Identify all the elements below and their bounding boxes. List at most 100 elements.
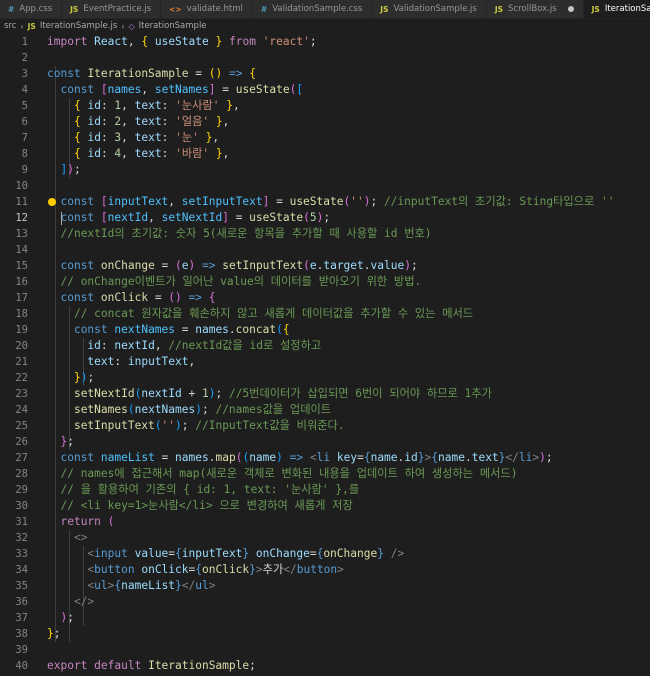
code-token: } — [249, 563, 256, 576]
code-token: ) — [67, 163, 74, 176]
code-token: ; — [201, 403, 216, 416]
code-token: [ — [100, 83, 108, 96]
tab-scrollbox-js[interactable]: JS ScrollBox.js — [486, 0, 584, 18]
code-line[interactable]: 30 // <li key=1>눈사람</li> 으로 변경하여 새롭게 저장 — [0, 498, 650, 514]
code-line[interactable]: 38}; — [0, 626, 650, 642]
code-text: text: inputText, — [47, 354, 195, 370]
code-line[interactable]: 27 const nameList = names.map((name) => … — [0, 450, 650, 466]
code-line[interactable]: 31 return ( — [0, 514, 650, 530]
code-line[interactable]: 11 const [inputText, setInputText] = use… — [0, 194, 650, 210]
code-token: const — [60, 195, 95, 208]
code-token: ; — [87, 371, 95, 384]
text-cursor — [61, 212, 62, 225]
lightbulb-icon[interactable] — [48, 198, 56, 206]
code-line[interactable]: 14 — [0, 242, 650, 258]
code-line[interactable]: 37 ); — [0, 610, 650, 626]
code-token: : — [100, 131, 115, 144]
code-line[interactable]: 8 { id: 4, text: '바람' }, — [0, 146, 650, 162]
code-text: <button onClick={onClick}>추가</button> — [47, 562, 343, 578]
code-line[interactable]: 12 const [nextId, setNextId] = useState(… — [0, 210, 650, 226]
line-number: 30 — [15, 500, 28, 512]
tab-eventpractice-js[interactable]: JS EventPractice.js — [62, 0, 162, 18]
code-line[interactable]: 9 ]); — [0, 162, 650, 178]
code-line[interactable]: 2 — [0, 50, 650, 66]
code-line[interactable]: 24 setNames(nextNames); //names값을 업데이트 — [0, 402, 650, 418]
code-line[interactable]: 20 id: nextId, //nextId값을 id로 설정하고 — [0, 338, 650, 354]
code-text: ); — [47, 610, 74, 626]
code-token: value — [134, 547, 169, 560]
code-line[interactable]: 40 export default IterationSample; — [0, 658, 650, 674]
unsaved-dot-icon[interactable] — [567, 6, 574, 12]
code-line[interactable]: 16 // onChange이벤트가 일어난 value의 데이터를 받아오기 … — [0, 274, 650, 290]
breadcrumb-folder[interactable]: src — [4, 21, 16, 31]
breadcrumb-file[interactable]: IterationSample.js — [40, 21, 117, 31]
code-line[interactable]: 13 //nextId의 초기값: 숫자 5(새로운 항목을 추가할 때 사용할… — [0, 226, 650, 242]
code-line[interactable]: 10 — [0, 178, 650, 194]
code-token: const — [73, 323, 108, 336]
file-type-icon: JS — [380, 4, 389, 14]
code-line[interactable]: 25 setInputText(''); //InputText값을 비워준다. — [0, 418, 650, 434]
code-token: } — [417, 451, 425, 464]
code-line[interactable]: 7 { id: 3, text: '눈' }, — [0, 130, 650, 146]
code-line[interactable]: 34 <button onClick={onClick}>추가</button> — [0, 562, 650, 578]
code-token: nextId — [141, 387, 182, 400]
line-number: 6 — [21, 116, 28, 128]
tab-validate-html[interactable]: <> validate.html — [161, 0, 253, 18]
code-token: , — [222, 147, 230, 160]
code-token: </ — [505, 451, 519, 464]
code-line[interactable]: 39 — [0, 642, 650, 658]
code-token: < — [309, 451, 317, 464]
line-number: 24 — [15, 404, 28, 416]
code-line[interactable]: 36 </> — [0, 594, 650, 610]
code-line[interactable]: 19 const nextNames = names.concat({ — [0, 322, 650, 338]
code-token: : — [114, 355, 128, 368]
code-token: inputText — [107, 195, 169, 208]
code-token: IterationSample — [87, 67, 189, 80]
code-token: . — [228, 323, 236, 336]
code-line[interactable]: 17 const onClick = () => { — [0, 290, 650, 306]
code-token: onChange — [255, 547, 310, 560]
code-token: > — [255, 563, 263, 576]
code-line[interactable]: 32 <> — [0, 530, 650, 546]
code-line[interactable]: 26 }; — [0, 434, 650, 450]
line-number: 29 — [15, 484, 28, 496]
code-line[interactable]: 33 <input value={inputText} onChange={on… — [0, 546, 650, 562]
code-token: </ — [181, 579, 196, 592]
code-token: , — [232, 99, 240, 112]
code-line[interactable]: 5 { id: 1, text: '눈사람' }, — [0, 98, 650, 114]
tab-validationsample-js[interactable]: JS ValidationSample.js — [372, 0, 487, 18]
code-token: ; — [249, 659, 256, 672]
tab-iterationsample-js[interactable]: JS IterationSample.js — [583, 0, 650, 18]
code-line[interactable]: 6 { id: 2, text: '얼음' }, — [0, 114, 650, 130]
code-line[interactable]: 23 setNextId(nextId + 1); //5번데이터가 삽입되면 … — [0, 386, 650, 402]
code-line[interactable]: 3 const IterationSample = () => { — [0, 66, 650, 82]
code-editor[interactable]: 1 import React, { useState } from 'react'… — [0, 32, 650, 676]
code-token: '눈사람' — [175, 99, 220, 112]
code-token: names — [195, 323, 229, 336]
code-line[interactable]: 28 // names에 접근해서 map(새로운 객체로 변화된 내용을 업데… — [0, 466, 650, 482]
code-token: [ — [100, 211, 108, 224]
code-line[interactable]: 22 }); — [0, 370, 650, 386]
tab-validationsample-css[interactable]: # ValidationSample.css — [252, 0, 373, 18]
code-line[interactable]: 15 const onChange = (e) => setInputText(… — [0, 258, 650, 274]
tab-label: App.css — [19, 4, 53, 14]
code-token: //names값을 업데이트 — [215, 403, 332, 416]
breadcrumb-symbol[interactable]: IterationSample — [139, 21, 207, 31]
tab-app-css[interactable]: # App.css — [0, 0, 63, 18]
code-line[interactable]: 18 // concat 원자값을 훼손하지 않고 새롭게 데이터값을 추가할 … — [0, 306, 650, 322]
code-line[interactable]: 4 const [names, setNames] = useState([ — [0, 82, 650, 98]
code-line[interactable]: 29 // 을 활용하여 기존의 { id: 1, text: '눈사람' },… — [0, 482, 650, 498]
code-line[interactable]: 21 text: inputText, — [0, 354, 650, 370]
code-line[interactable]: 35 <ul>{nameList}</ul> — [0, 578, 650, 594]
code-line[interactable]: 1 import React, { useState } from 'react'… — [0, 34, 650, 50]
